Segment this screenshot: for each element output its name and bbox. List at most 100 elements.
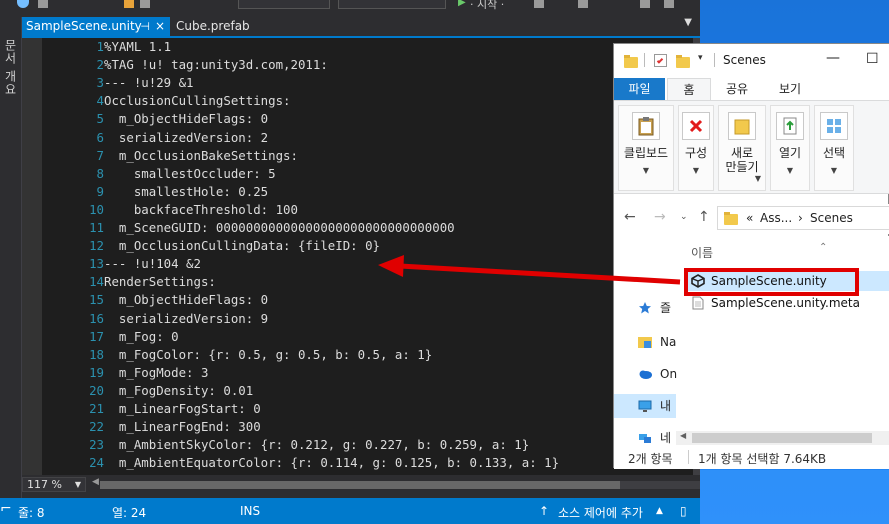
properties-icon[interactable] — [654, 54, 667, 67]
line-number: 16 — [89, 310, 104, 326]
recent-dropdown-icon[interactable]: ⌄ — [680, 212, 688, 222]
code-text[interactable]: RenderSettings: — [104, 273, 216, 291]
ribbon-tab-share[interactable]: 공유 — [714, 78, 760, 100]
nav-item-label: Na — [660, 335, 677, 349]
code-text[interactable]: m_ObjectHideFlags: 0 — [104, 291, 268, 309]
line-number: 20 — [89, 382, 104, 398]
pin-icon[interactable]: ⊣ — [140, 17, 150, 36]
play-icon[interactable]: ▶ — [458, 0, 466, 8]
code-text[interactable]: serializedVersion: 2 — [104, 129, 268, 147]
close-icon[interactable]: × — [155, 17, 165, 36]
scroll-thumb[interactable] — [100, 481, 620, 489]
file-row-samplescene-unity-meta[interactable]: SampleScene.unity.meta — [685, 293, 889, 313]
code-text[interactable]: m_LinearFogStart: 0 — [104, 400, 261, 418]
quick-access-dropdown-icon[interactable]: ▾ — [698, 53, 703, 63]
code-text[interactable]: OcclusionCullingSettings: — [104, 92, 291, 110]
start-button[interactable]: · 시작 · — [470, 0, 504, 12]
address-bar[interactable]: « Ass... › Scenes — [717, 206, 889, 230]
add-to-source-control-button[interactable]: 소스 제어에 추가 — [558, 504, 643, 521]
address-segment-assets[interactable]: Ass... — [760, 211, 792, 225]
line-number: 4 — [96, 93, 104, 109]
address-segment-scenes[interactable]: Scenes — [810, 211, 853, 225]
ribbon-tab-home[interactable]: 홈 — [667, 78, 711, 100]
scroll-left-icon[interactable]: ◀ — [680, 431, 686, 440]
code-text[interactable]: m_FogColor: {r: 0.5, g: 0.5, b: 0.5, a: … — [104, 346, 432, 364]
code-text[interactable]: %YAML 1.1 — [104, 38, 171, 56]
address-overflow[interactable]: « — [746, 211, 753, 225]
ribbon-group-select[interactable]: 선택 ▼ — [814, 105, 854, 191]
tab-cube-prefab[interactable]: Cube.prefab — [172, 17, 268, 36]
new-folder-icon[interactable] — [676, 55, 690, 68]
toolbar-icon[interactable] — [664, 0, 674, 8]
scroll-left-icon[interactable]: ◀ — [92, 477, 99, 487]
nav-item-onedrive[interactable]: On — [614, 362, 678, 386]
status-column[interactable]: 열: 24 — [112, 504, 146, 521]
configuration-dropdown[interactable] — [238, 0, 330, 9]
code-text[interactable]: %TAG !u! tag:unity3d.com,2011: — [104, 56, 328, 74]
tab-samplescene-unity[interactable]: SampleScene.unity ⊣ × — [22, 17, 170, 36]
nav-item-this-pc[interactable]: 내 — [614, 394, 676, 418]
code-text[interactable]: m_OcclusionBakeSettings: — [104, 147, 298, 165]
document-outline-tab[interactable]: 문서 개요 — [1, 39, 19, 96]
code-text[interactable]: m_SceneGUID: 000000000000000000000000000… — [104, 219, 455, 237]
code-text[interactable]: m_AmbientSkyColor: {r: 0.212, g: 0.227, … — [104, 436, 529, 454]
code-text[interactable]: smallestOccluder: 5 — [104, 165, 276, 183]
notification-icon[interactable]: ▯ — [680, 504, 687, 518]
file-explorer-window: ▾ Scenes — ☐ 파일 홈 공유 보기 클립보드 ▼ 구성 ▼ 새로 만… — [613, 43, 889, 469]
ribbon-group-open[interactable]: 열기 ▼ — [770, 105, 810, 191]
nav-item-folder[interactable]: Na — [614, 330, 676, 354]
code-editor[interactable]: 1 %YAML 1.1 2 %TAG !u! tag:unity3d.com,2011… — [22, 38, 693, 475]
platform-dropdown[interactable] — [338, 0, 446, 9]
code-text[interactable]: backfaceThreshold: 100 — [104, 201, 298, 219]
tab-list-dropdown-icon[interactable]: ▼ — [684, 17, 692, 28]
toolbar-icon[interactable] — [534, 0, 544, 8]
chevron-down-icon: ▼ — [74, 480, 81, 489]
code-text[interactable]: --- !u!29 &1 — [104, 74, 194, 92]
code-text[interactable]: smallestHole: 0.25 — [104, 183, 268, 201]
status-insert-mode[interactable]: INS — [240, 504, 260, 518]
status-ready-icon: ⌐ — [0, 501, 12, 517]
ribbon-tab-view[interactable]: 보기 — [766, 78, 814, 100]
line-number: 8 — [96, 165, 104, 181]
nav-item-quick-access[interactable]: 즐 — [614, 296, 676, 320]
toolbar-icon[interactable] — [38, 0, 48, 8]
up-arrow-icon[interactable]: ↑ — [698, 209, 710, 225]
nav-item-label: On — [660, 367, 678, 381]
scroll-thumb[interactable] — [692, 433, 872, 443]
status-divider — [688, 450, 689, 464]
ribbon-group-organize[interactable]: 구성 ▼ — [678, 105, 714, 191]
status-line[interactable]: 줄: 8 — [18, 504, 45, 521]
code-text[interactable]: m_OcclusionCullingData: {fileID: 0} — [104, 237, 380, 255]
explorer-horizontal-scrollbar[interactable]: ◀ — [676, 431, 889, 445]
nav-item-label: 내 — [660, 399, 672, 413]
ribbon-tab-file[interactable]: 파일 — [614, 78, 665, 100]
maximize-button[interactable]: ☐ — [866, 51, 879, 67]
forward-arrow-icon[interactable]: → — [654, 209, 666, 225]
address-separator: › — [798, 211, 803, 225]
back-arrow-icon[interactable]: ← — [624, 209, 636, 225]
zoom-dropdown[interactable]: 117 % ▼ — [22, 477, 86, 492]
open-file-icon[interactable] — [124, 0, 134, 8]
code-text[interactable]: m_Fog: 0 — [104, 328, 179, 346]
ribbon-group-label: 클립보드 — [623, 146, 669, 160]
code-text[interactable]: m_FogMode: 3 — [104, 364, 209, 382]
horizontal-scrollbar[interactable] — [100, 481, 700, 489]
code-text[interactable]: serializedVersion: 9 — [104, 310, 268, 328]
clipboard-icon — [632, 112, 660, 140]
minimize-button[interactable]: — — [826, 50, 840, 66]
toolbar-icon[interactable] — [640, 0, 650, 8]
column-header-name[interactable]: ⌃ 이름 — [691, 242, 827, 261]
ribbon-group-clipboard[interactable]: 클립보드 ▼ — [618, 105, 674, 191]
code-text[interactable]: m_AmbientEquatorColor: {r: 0.114, g: 0.1… — [104, 454, 559, 472]
chevron-up-icon: ▲ — [656, 506, 663, 516]
save-icon[interactable] — [140, 0, 150, 8]
ribbon-group-new[interactable]: 새로 만들기 ▼ — [718, 105, 766, 191]
vs-toolbar: ▶ · 시작 · — [0, 0, 700, 17]
undo-icon[interactable] — [17, 0, 29, 8]
code-text[interactable]: m_FogDensity: 0.01 — [104, 382, 253, 400]
file-icon — [692, 296, 704, 310]
code-text[interactable]: m_LinearFogEnd: 300 — [104, 418, 261, 436]
code-text[interactable]: m_ObjectHideFlags: 0 — [104, 110, 268, 128]
code-text[interactable]: --- !u!104 &2 — [104, 255, 201, 273]
toolbar-icon[interactable] — [578, 0, 588, 8]
